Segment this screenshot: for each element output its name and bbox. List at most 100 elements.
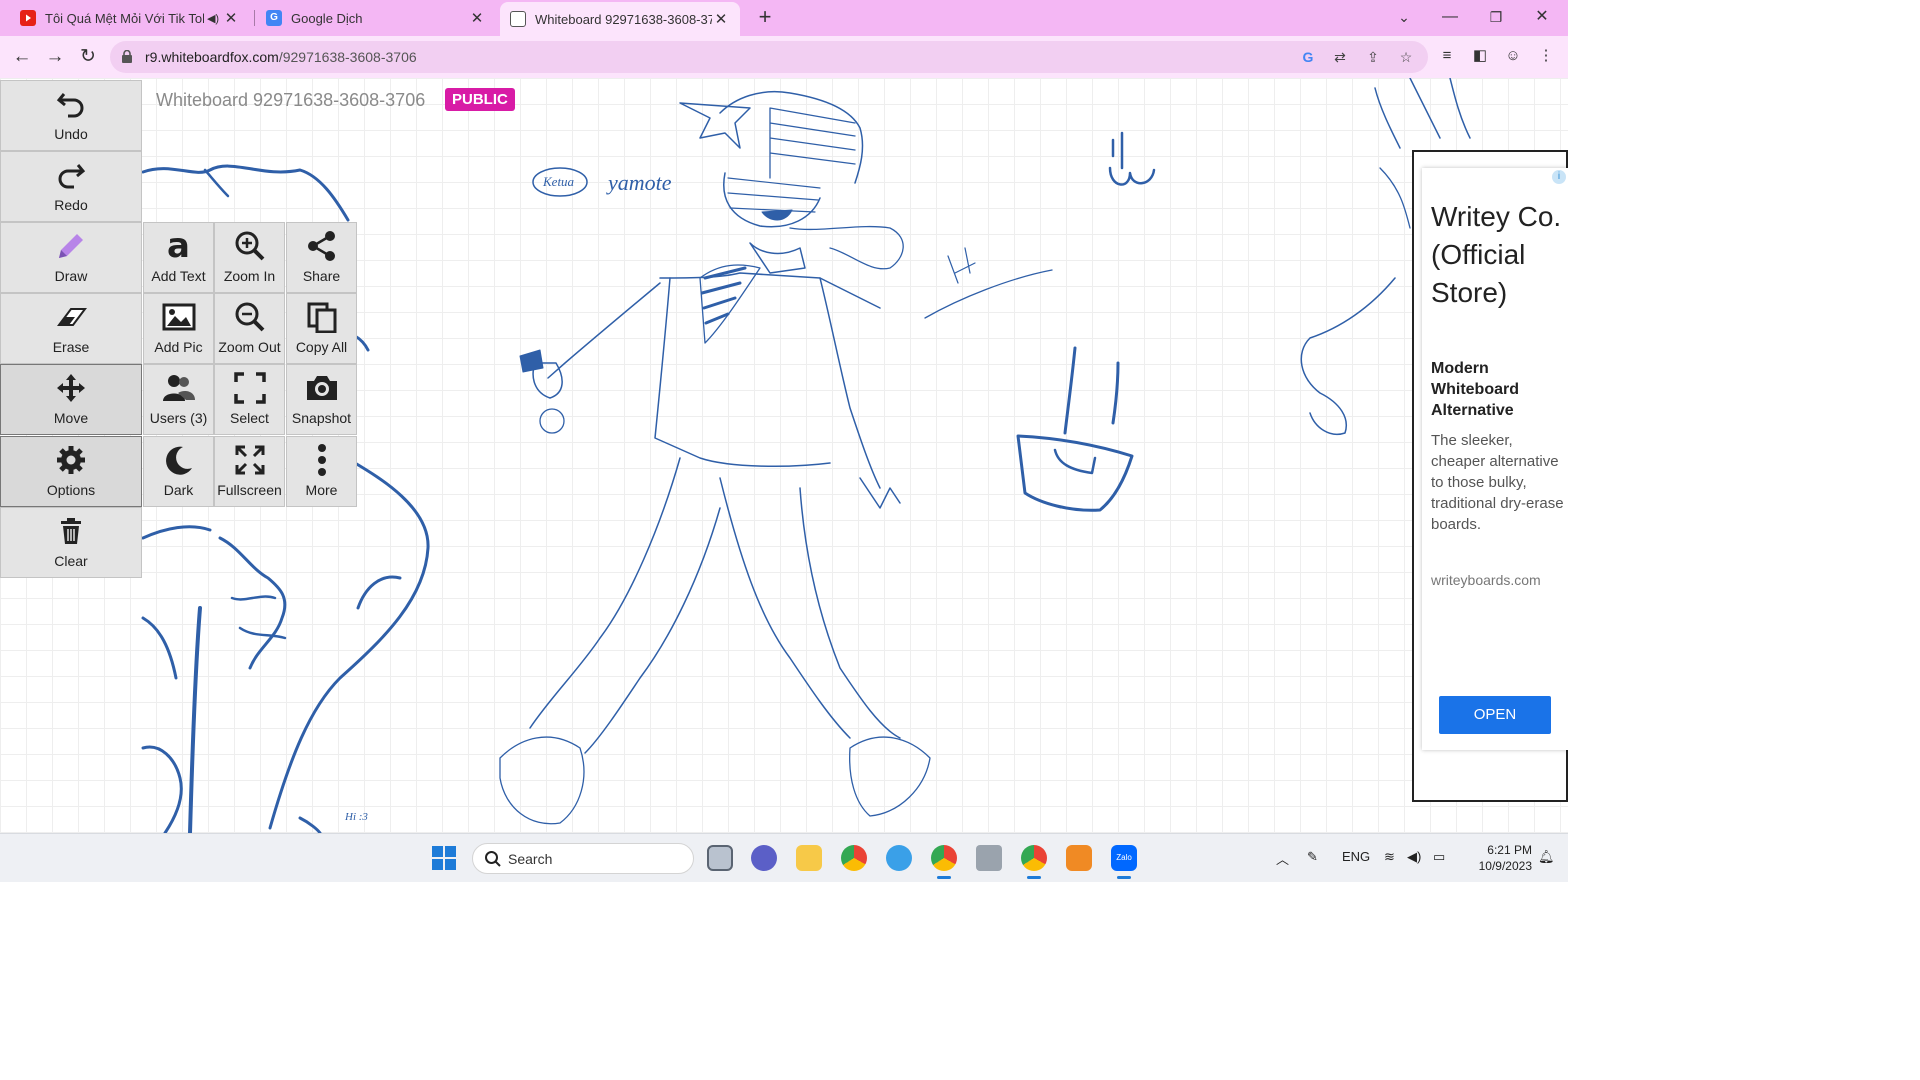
task-view-icon[interactable] <box>707 845 733 871</box>
ad-domain[interactable]: writeyboards.com <box>1431 572 1541 588</box>
undo-label: Undo <box>54 126 88 142</box>
copy-all-button[interactable]: Copy All <box>286 293 357 364</box>
pen-icon[interactable]: ✎ <box>1307 849 1318 865</box>
add-text-label: Add Text <box>151 268 206 284</box>
tab-google-translate[interactable]: G Google Dịch ✕ <box>256 0 496 36</box>
options-label: Options <box>46 482 96 498</box>
new-tab-button[interactable]: + <box>752 4 778 30</box>
add-pic-label: Add Pic <box>154 339 203 355</box>
microphone-app-icon[interactable] <box>976 845 1002 871</box>
taskbar-clock[interactable]: 6:21 PM 10/9/2023 <box>1460 842 1532 874</box>
public-badge: PUBLIC <box>445 88 515 111</box>
snapshot-button[interactable]: Snapshot <box>286 364 357 435</box>
browser-toolbar: ← → ↻ r9.whiteboardfox.com/92971638-3608… <box>0 36 1568 78</box>
chrome-profile-icon[interactable] <box>931 845 957 879</box>
translate-icon[interactable]: ⇄ <box>1330 47 1350 67</box>
tab-search-icon[interactable]: ⌄ <box>1384 4 1424 30</box>
trash-icon <box>53 513 89 549</box>
snapshot-label: Snapshot <box>291 410 352 426</box>
chrome-icon[interactable] <box>841 845 867 871</box>
fullscreen-button[interactable]: Fullscreen <box>214 436 285 507</box>
undo-button[interactable]: Undo <box>0 80 142 151</box>
profile-avatar[interactable]: ☺ <box>1501 44 1525 68</box>
close-tab-icon[interactable]: ✕ <box>468 9 486 27</box>
users-button[interactable]: Users (3) <box>143 364 214 435</box>
language-indicator[interactable]: ENG <box>1342 849 1370 864</box>
notification-bell-icon[interactable]: 🔔︎ <box>1538 849 1555 865</box>
zoom-out-button[interactable]: Zoom Out <box>214 293 285 364</box>
zoom-out-icon <box>232 299 268 335</box>
tray-chevron-icon[interactable]: ︿ <box>1276 849 1289 868</box>
share-label: Share <box>302 268 341 284</box>
zoom-out-label: Zoom Out <box>218 339 281 355</box>
ad-title[interactable]: Writey Co. (Official Store) <box>1431 198 1566 312</box>
dark-button[interactable]: Dark <box>143 436 214 507</box>
zoom-in-button[interactable]: Zoom In <box>214 222 285 293</box>
select-label: Select <box>230 410 269 426</box>
draw-button[interactable]: Draw <box>0 222 142 293</box>
side-panel-icon[interactable]: ◧ <box>1468 44 1492 68</box>
users-icon <box>161 370 197 406</box>
paint-app-icon[interactable] <box>886 845 912 871</box>
redo-icon <box>53 157 89 193</box>
url-path: /92971638-3608-3706 <box>278 49 417 65</box>
more-button[interactable]: More <box>286 436 357 507</box>
google-icon[interactable]: G <box>1298 47 1318 67</box>
close-tab-icon[interactable]: ✕ <box>712 10 730 28</box>
tab-separator <box>254 10 255 26</box>
menu-kebab-icon[interactable]: ⋮ <box>1534 44 1558 68</box>
image-icon <box>161 299 197 335</box>
share-button[interactable]: Share <box>286 222 357 293</box>
ad-open-button[interactable]: OPEN <box>1439 696 1551 734</box>
restore-button[interactable]: ❐ <box>1476 4 1516 30</box>
ad-panel: i Writey Co. (Official Store) Modern Whi… <box>1412 150 1568 802</box>
clear-label: Clear <box>54 553 88 569</box>
ad-subtitle: Modern Whiteboard Alternative <box>1431 360 1519 419</box>
file-explorer-icon[interactable] <box>796 845 822 871</box>
canvas-note-hi: Hi :3 <box>344 811 368 823</box>
minimize-button[interactable]: — <box>1430 4 1470 30</box>
reload-button[interactable]: ↻ <box>75 44 101 70</box>
camera-icon <box>304 370 340 406</box>
tab-youtube[interactable]: Tôi Quá Mệt Mỏi Với Tik Tok ◀) ✕ <box>10 0 250 36</box>
ad-info-icon[interactable]: i <box>1552 170 1566 184</box>
select-button[interactable]: Select <box>214 364 285 435</box>
app-launcher-icon[interactable] <box>1066 845 1092 871</box>
pencil-icon <box>53 228 89 264</box>
share-page-icon[interactable]: ⇪ <box>1363 47 1383 67</box>
fullscreen-label: Fullscreen <box>217 482 282 498</box>
search-label: Search <box>508 851 553 867</box>
close-tab-icon[interactable]: ✕ <box>222 9 240 27</box>
wifi-icon[interactable]: ≋ <box>1384 849 1395 865</box>
add-text-button[interactable]: a Add Text <box>143 222 214 293</box>
clock-date: 10/9/2023 <box>1478 859 1532 873</box>
bookmark-star-icon[interactable]: ☆ <box>1396 47 1416 67</box>
battery-icon[interactable]: ▭ <box>1433 849 1445 865</box>
back-button[interactable]: ← <box>9 44 35 70</box>
tab-whiteboard[interactable]: Whiteboard 92971638-3608-3706 ✕ <box>500 2 740 36</box>
media-control-icon[interactable]: ≡ <box>1435 44 1459 68</box>
taskbar-search[interactable]: Search <box>472 843 694 874</box>
chrome-active-icon[interactable] <box>1021 845 1047 879</box>
address-bar[interactable]: r9.whiteboardfox.com/92971638-3608-3706 … <box>110 41 1428 73</box>
move-button[interactable]: Move <box>0 364 142 435</box>
forward-button[interactable]: → <box>42 44 68 70</box>
zalo-icon[interactable]: Zalo <box>1111 845 1137 879</box>
volume-icon[interactable]: ◀) <box>1407 849 1421 865</box>
close-window-button[interactable]: ✕ <box>1522 4 1562 30</box>
copy-all-label: Copy All <box>295 339 348 355</box>
redo-button[interactable]: Redo <box>0 151 142 222</box>
erase-label: Erase <box>52 339 90 355</box>
audio-icon[interactable]: ◀) <box>204 12 222 25</box>
erase-button[interactable]: Erase <box>0 293 142 364</box>
fullscreen-icon <box>232 442 268 478</box>
clear-button[interactable]: Clear <box>0 507 142 578</box>
options-button[interactable]: Options <box>0 436 142 507</box>
lock-icon <box>122 50 132 63</box>
zoom-in-label: Zoom In <box>223 268 276 284</box>
ad-card[interactable]: i Writey Co. (Official Store) Modern Whi… <box>1422 168 1568 750</box>
add-pic-button[interactable]: Add Pic <box>143 293 214 364</box>
teams-chat-icon[interactable] <box>751 845 777 871</box>
windows-start-icon[interactable] <box>432 846 456 870</box>
url-host: r9.whiteboardfox.com <box>145 49 279 65</box>
